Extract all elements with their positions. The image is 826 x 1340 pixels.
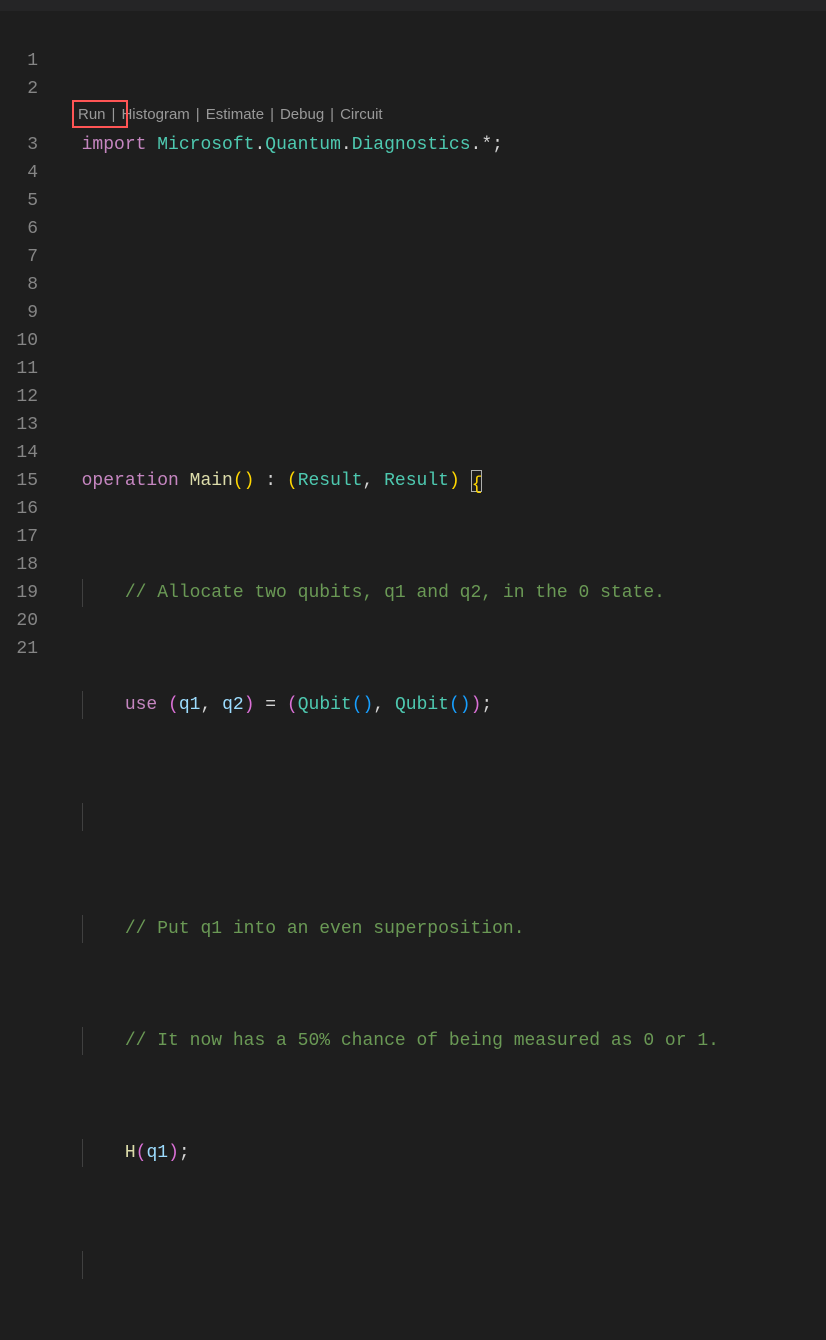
line-number: 10 xyxy=(0,327,60,355)
line-number: 14 xyxy=(0,439,60,467)
operation-name: Main xyxy=(190,471,233,491)
code-line[interactable] xyxy=(60,1251,826,1279)
codelens-separator: | xyxy=(270,104,274,126)
line-number: 7 xyxy=(0,243,60,271)
codelens-estimate[interactable]: Estimate xyxy=(206,104,264,126)
comment: // Put q1 into an even superposition. xyxy=(125,919,525,939)
namespace: Microsoft xyxy=(157,135,254,155)
code-line[interactable]: H(q1); xyxy=(60,1139,826,1167)
keyword-operation: operation xyxy=(82,471,179,491)
line-number: 21 xyxy=(0,635,60,663)
line-number: 15 xyxy=(0,467,60,495)
line-number: 6 xyxy=(0,215,60,243)
line-number: 9 xyxy=(0,299,60,327)
line-number: 3 xyxy=(0,131,60,159)
tabs-bar xyxy=(0,0,826,12)
codelens-histogram[interactable]: Histogram xyxy=(121,104,189,126)
line-number: 19 xyxy=(0,579,60,607)
code-line[interactable] xyxy=(60,803,826,831)
code-line[interactable]: // Put q1 into an even superposition. xyxy=(60,915,826,943)
comment: // It now has a 50% chance of being meas… xyxy=(125,1031,719,1051)
code-line[interactable]: // Allocate two qubits, q1 and q2, in th… xyxy=(60,579,826,607)
line-number: 8 xyxy=(0,271,60,299)
line-number: 18 xyxy=(0,551,60,579)
line-number: 5 xyxy=(0,187,60,215)
line-number-gutter: 1 2 3 4 5 6 7 8 9 10 11 12 13 14 15 16 1… xyxy=(0,12,60,670)
line-number: 11 xyxy=(0,355,60,383)
line-number: 12 xyxy=(0,383,60,411)
codelens-debug[interactable]: Debug xyxy=(280,104,324,126)
codelens-separator: | xyxy=(196,104,200,126)
codelens: Run | Histogram | Estimate | Debug | Cir… xyxy=(78,104,383,126)
code-line[interactable]: // It now has a 50% chance of being meas… xyxy=(60,1027,826,1055)
codelens-separator: | xyxy=(330,104,334,126)
code-line[interactable]: import Microsoft.Quantum.Diagnostics.*; xyxy=(60,131,826,159)
codelens-circuit[interactable]: Circuit xyxy=(340,104,383,126)
line-number: 4 xyxy=(0,159,60,187)
code-line[interactable]: use (q1, q2) = (Qubit(), Qubit()); xyxy=(60,691,826,719)
codelens-run[interactable]: Run xyxy=(78,104,106,126)
line-number: 16 xyxy=(0,495,60,523)
code-editor[interactable]: 1 2 3 4 5 6 7 8 9 10 11 12 13 14 15 16 1… xyxy=(0,12,826,670)
line-number: 20 xyxy=(0,607,60,635)
code-line[interactable]: operation Main() : (Result, Result) { xyxy=(60,467,826,495)
cursor: { xyxy=(471,470,482,492)
line-number: 17 xyxy=(0,523,60,551)
code-line[interactable] xyxy=(60,243,826,271)
line-number: 13 xyxy=(0,411,60,439)
line-number: 1 xyxy=(0,47,60,75)
comment: // Allocate two qubits, q1 and q2, in th… xyxy=(125,583,665,603)
codelens-separator: | xyxy=(112,104,116,126)
keyword-import: import xyxy=(82,135,147,155)
line-number: 2 xyxy=(0,75,60,103)
